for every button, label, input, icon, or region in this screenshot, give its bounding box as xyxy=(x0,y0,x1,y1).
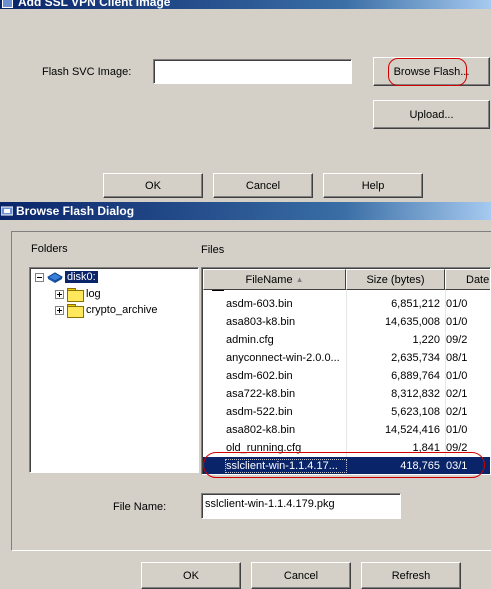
table-row[interactable]: asdm-602.bin 6,889,764 01/0 xyxy=(203,367,490,385)
top-help-label: Help xyxy=(361,179,385,192)
file-name-input[interactable]: sslclient-win-1.1.4.179.pkg xyxy=(201,493,401,519)
cell-date: 03/1 xyxy=(446,460,468,472)
browse-flash-label: Browse Flash... xyxy=(393,65,470,78)
browse-ok-button[interactable]: OK xyxy=(141,562,241,589)
table-row[interactable]: admin.cfg 1,220 09/2 xyxy=(203,331,490,349)
cell-size: 6,889,764 xyxy=(391,370,440,382)
sort-ascending-icon: ▲ xyxy=(295,275,304,284)
table-row[interactable]: asa722-k8.bin 8,312,832 02/1 xyxy=(203,385,490,403)
cell-date: 09/2 xyxy=(446,334,468,346)
cell-filename: anyconnect-win-2.0.0... xyxy=(226,352,340,364)
tree-root-label: disk0: xyxy=(65,271,98,283)
cell-date: 01/0 xyxy=(446,298,468,310)
cell-filename: admin.cfg xyxy=(226,334,274,346)
browse-flash-button[interactable]: Browse Flash... xyxy=(373,57,490,86)
flash-svc-image-input[interactable] xyxy=(153,59,352,84)
folder-icon xyxy=(67,288,84,302)
files-table[interactable]: FileName ▲ Size (bytes) Date asdm-603.bi… xyxy=(201,267,491,475)
cell-size: 5,623,108 xyxy=(391,406,440,418)
cell-date: 01/0 xyxy=(446,424,468,436)
column-header-size[interactable]: Size (bytes) xyxy=(346,269,445,290)
asdm-icon xyxy=(1,206,13,216)
column-date-label: Date xyxy=(466,273,490,286)
cell-filename: asa803-k8.bin xyxy=(226,316,296,328)
folders-label: Folders xyxy=(31,243,68,255)
add-ssl-vpn-title: Add SSL VPN Client Image xyxy=(18,0,171,9)
tree-item-crypto-archive[interactable]: crypto_archive xyxy=(55,304,158,318)
table-row-selected[interactable]: sslclient-win-1.1.4.17... 418,765 03/1 xyxy=(203,457,490,474)
cell-size: 1,220 xyxy=(412,334,440,346)
browse-cancel-button[interactable]: Cancel xyxy=(251,562,351,589)
flash-svc-image-label: Flash SVC Image: xyxy=(42,66,132,78)
cell-filename: old_running.cfg xyxy=(226,442,302,454)
column-header-filename[interactable]: FileName ▲ xyxy=(203,269,346,290)
expand-icon[interactable] xyxy=(55,305,64,315)
upload-button[interactable]: Upload... xyxy=(373,100,490,129)
table-row[interactable]: asa803-k8.bin 14,635,008 01/0 xyxy=(203,313,490,331)
column-header-date[interactable]: Date xyxy=(445,269,490,290)
refresh-button[interactable]: Refresh xyxy=(361,562,461,589)
tree-item-crypto-archive-label: crypto_archive xyxy=(86,304,158,316)
browse-flash-title: Browse Flash Dialog xyxy=(16,204,135,218)
cell-size: 8,312,832 xyxy=(391,388,440,400)
table-row[interactable]: asdm-603.bin 6,851,212 01/0 xyxy=(203,295,490,313)
cell-date: 09/2 xyxy=(446,442,468,454)
folder-tree[interactable]: disk0: log crypto_archive xyxy=(29,267,199,473)
column-filename-label: FileName xyxy=(245,273,293,286)
table-row[interactable]: asdm-522.bin 5,623,108 02/1 xyxy=(203,403,490,421)
cell-size: 6,851,212 xyxy=(391,298,440,310)
tree-item-log[interactable]: log xyxy=(55,288,101,302)
collapse-icon[interactable] xyxy=(35,272,44,282)
cell-filename: asa802-k8.bin xyxy=(226,424,296,436)
cell-filename: asdm-602.bin xyxy=(226,370,293,382)
cell-size: 1,841 xyxy=(412,442,440,454)
app-icon xyxy=(2,0,13,8)
browse-flash-titlebar: Browse Flash Dialog xyxy=(0,202,491,220)
column-size-label: Size (bytes) xyxy=(366,273,425,286)
table-row[interactable]: asa802-k8.bin 14,524,416 01/0 xyxy=(203,421,490,439)
table-row[interactable]: old_running.cfg 1,841 09/2 xyxy=(203,439,490,457)
top-cancel-label: Cancel xyxy=(245,179,281,192)
top-cancel-button[interactable]: Cancel xyxy=(213,173,313,198)
folder-icon xyxy=(67,304,84,318)
refresh-label: Refresh xyxy=(391,569,431,582)
tree-item-disk0[interactable]: disk0: xyxy=(35,271,98,283)
cell-date: 01/0 xyxy=(446,370,468,382)
browse-cancel-label: Cancel xyxy=(283,569,319,582)
cell-size: 2,635,734 xyxy=(391,352,440,364)
file-name-value: sslclient-win-1.1.4.179.pkg xyxy=(205,498,335,510)
cell-date: 02/1 xyxy=(446,388,468,400)
cell-filename: asa722-k8.bin xyxy=(226,388,296,400)
table-row[interactable]: anyconnect-win-2.0.0... 2,635,734 08/1 xyxy=(203,349,490,367)
top-ok-button[interactable]: OK xyxy=(103,173,203,198)
cell-date: 01/0 xyxy=(446,316,468,328)
cell-date: 08/1 xyxy=(446,352,468,364)
top-ok-label: OK xyxy=(145,179,161,192)
cell-size: 14,524,416 xyxy=(384,424,440,436)
cell-date: 02/1 xyxy=(446,406,468,418)
tree-item-log-label: log xyxy=(86,288,101,300)
browse-ok-label: OK xyxy=(183,569,199,582)
cell-filename: sslclient-win-1.1.4.17... xyxy=(225,459,347,473)
cell-size: 14,635,008 xyxy=(384,316,440,328)
clipped-row-fragment xyxy=(212,290,224,291)
upload-label: Upload... xyxy=(409,108,454,121)
add-ssl-vpn-titlebar: Add SSL VPN Client Image xyxy=(0,0,491,9)
files-label: Files xyxy=(201,244,225,256)
file-name-label: File Name: xyxy=(113,501,167,513)
cell-size: 418,765 xyxy=(400,460,440,472)
cell-filename: asdm-522.bin xyxy=(226,406,293,418)
expand-icon[interactable] xyxy=(55,289,64,299)
disk-icon xyxy=(47,272,63,283)
top-help-button[interactable]: Help xyxy=(323,173,423,198)
cell-filename: asdm-603.bin xyxy=(226,298,293,310)
